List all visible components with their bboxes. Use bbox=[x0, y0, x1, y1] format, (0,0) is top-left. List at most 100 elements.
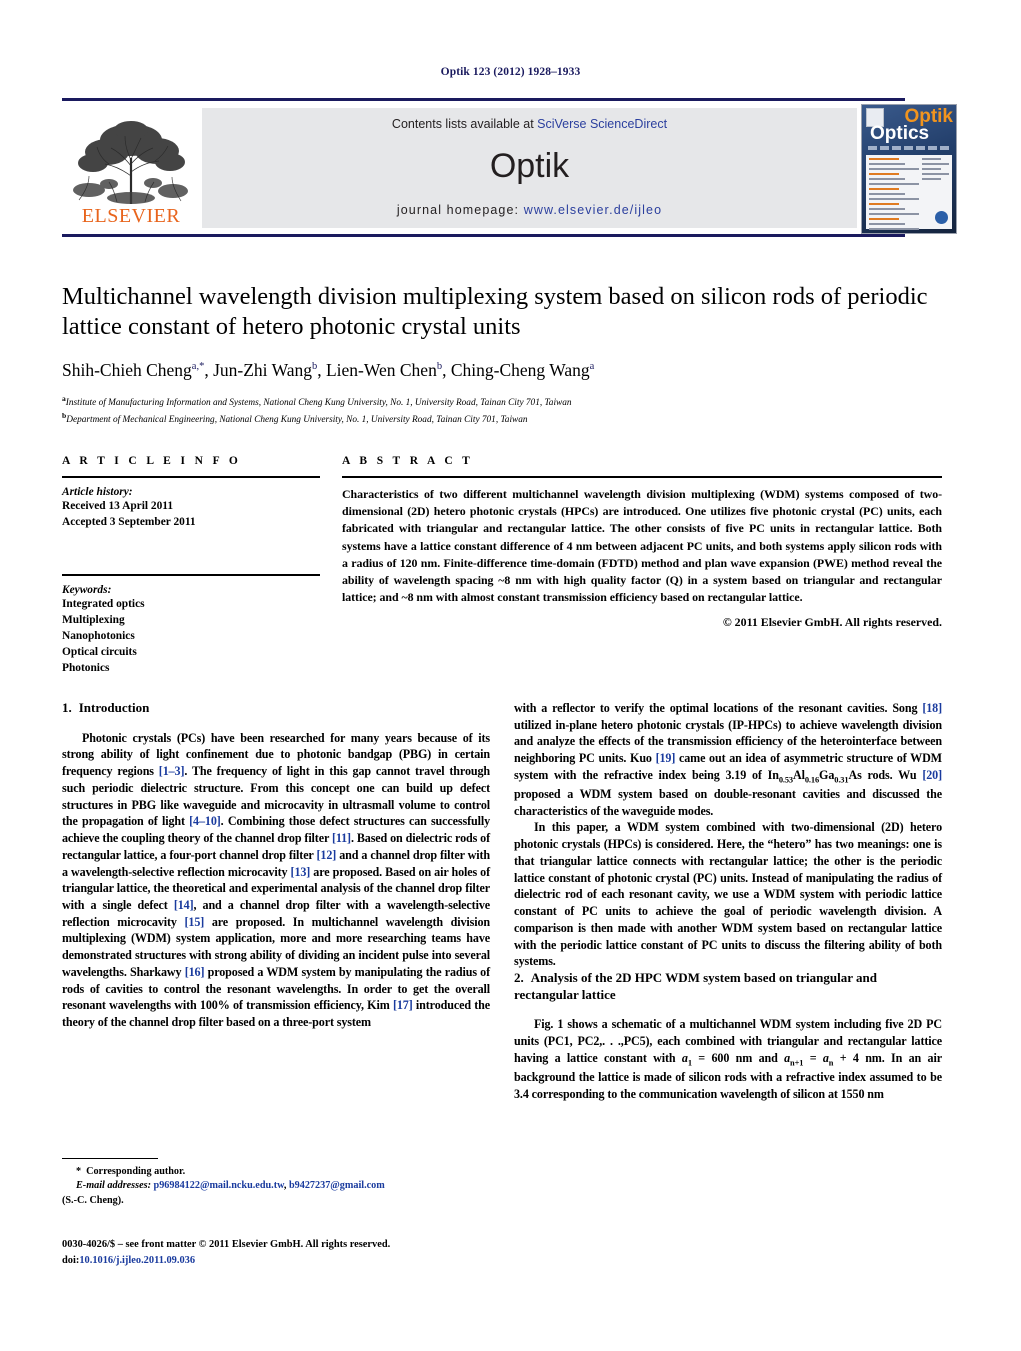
citation-reference[interactable]: [11] bbox=[332, 831, 351, 845]
corresponding-author-note: * Corresponding author. bbox=[62, 1165, 490, 1179]
citation-reference[interactable]: [12] bbox=[317, 848, 337, 862]
cover-contents-area bbox=[866, 154, 952, 230]
citation-reference[interactable]: [19] bbox=[656, 751, 676, 765]
info-abstract-row: A R T I C L E I N F O Article history: R… bbox=[62, 455, 942, 677]
email-label: E-mail addresses: bbox=[76, 1180, 151, 1192]
elsevier-tree-icon bbox=[62, 114, 200, 206]
footnote-star: * bbox=[76, 1166, 82, 1177]
front-matter-line: 0030-4026/$ – see front matter © 2011 El… bbox=[62, 1239, 391, 1250]
analysis-paragraph-1: Fig. 1 shows a schematic of a multichann… bbox=[514, 1017, 942, 1101]
article-accepted: Accepted 3 September 2011 bbox=[62, 515, 196, 528]
doi-label: doi: bbox=[62, 1254, 80, 1266]
citation-reference[interactable]: [16] bbox=[185, 965, 205, 979]
abstract-text: Characteristics of two different multich… bbox=[342, 486, 942, 605]
citation-reference[interactable]: [17] bbox=[393, 998, 413, 1012]
keyword-item: Photonics bbox=[62, 662, 110, 675]
cover-subtitle-lines bbox=[868, 145, 950, 150]
email-note: E-mail addresses: p96984122@mail.ncku.ed… bbox=[76, 1180, 385, 1192]
body-column-right: with a reflector to verify the optimal l… bbox=[514, 700, 942, 1102]
affiliations: aInstitute of Manufacturing Information … bbox=[62, 393, 942, 428]
keywords-rule bbox=[62, 573, 320, 576]
citation-reference[interactable]: [14] bbox=[174, 898, 194, 912]
author: Jun-Zhi Wangb bbox=[213, 360, 317, 380]
author-name: Ching-Cheng Wang bbox=[450, 359, 590, 380]
corresponding-author-text: Corresponding author. bbox=[86, 1166, 186, 1177]
keywords-block: Keywords: Integrated optics Multiplexing… bbox=[62, 573, 320, 677]
section-heading-analysis: 2. Analysis of the 2D HPC WDM system base… bbox=[514, 970, 942, 1003]
article-info-rule bbox=[62, 476, 320, 478]
citation-reference[interactable]: [1–3] bbox=[159, 764, 185, 778]
author-affil-marker: a bbox=[589, 360, 595, 372]
cover-contents-left-column bbox=[869, 157, 919, 230]
cover-title-optics: Optics bbox=[870, 122, 930, 144]
page-title: Multichannel wavelength division multipl… bbox=[62, 283, 928, 341]
keyword-item: Multiplexing bbox=[62, 613, 125, 626]
email-owner: (S.-C. Cheng). bbox=[62, 1194, 124, 1206]
body-column-left: 1. Introduction Photonic crystals (PCs) h… bbox=[62, 700, 490, 1102]
running-head: Optik 123 (2012) 1928–1933 bbox=[440, 66, 581, 78]
author-name: Shih-Chieh Cheng bbox=[62, 359, 192, 380]
author-affil-marker: a,* bbox=[191, 360, 205, 372]
author-name: Jun-Zhi Wang bbox=[213, 359, 312, 380]
author-affil-marker: b bbox=[311, 360, 318, 372]
citation-reference[interactable]: [20] bbox=[922, 768, 942, 782]
subscript: 0.31 bbox=[834, 775, 849, 785]
footnote-rule bbox=[62, 1158, 158, 1159]
journal-title: Optik bbox=[489, 147, 570, 185]
abstract-heading: A B S T R A C T bbox=[342, 455, 474, 467]
masthead-center-panel: Contents lists available at SciVerse Sci… bbox=[202, 107, 857, 228]
citation-reference[interactable]: [18] bbox=[922, 701, 942, 715]
paper-page: Optik 123 (2012) 1928–1933 ELSEVIER Cont… bbox=[0, 0, 1021, 1351]
abstract-column: A B S T R A C T Characteristics of two d… bbox=[342, 455, 942, 677]
article-info-column: A R T I C L E I N F O Article history: R… bbox=[62, 455, 320, 677]
keyword-item: Optical circuits bbox=[62, 646, 137, 659]
affiliation-text: Institute of Manufacturing Information a… bbox=[65, 397, 572, 408]
section-title: Analysis of the 2D HPC WDM system based … bbox=[514, 970, 877, 1002]
keyword-item: Integrated optics bbox=[62, 597, 145, 610]
abstract-rule bbox=[342, 476, 942, 478]
contents-prefix: Contents lists available at bbox=[391, 116, 538, 131]
section-number: 2. bbox=[514, 970, 524, 986]
section-heading-introduction: 1. Introduction bbox=[62, 700, 490, 717]
citation-reference[interactable]: [4–10] bbox=[189, 814, 221, 828]
intro-paragraph-2: In this paper, a WDM system combined wit… bbox=[514, 820, 942, 969]
journal-homepage-line: journal homepage: www.elsevier.de/ijleo bbox=[397, 203, 662, 217]
affiliation-b: bDepartment of Mechanical Engineering, N… bbox=[62, 410, 942, 428]
footnote-block: * Corresponding author. E-mail addresses:… bbox=[62, 1158, 490, 1208]
doi-line: doi:10.1016/j.ijleo.2011.09.036 bbox=[62, 1253, 502, 1269]
abstract-copyright: © 2011 Elsevier GmbH. All rights reserve… bbox=[722, 614, 942, 629]
body-columns: 1. Introduction Photonic crystals (PCs) h… bbox=[62, 700, 942, 1102]
citation-reference[interactable]: [13] bbox=[291, 865, 311, 879]
imprint-block: 0030-4026/$ – see front matter © 2011 El… bbox=[62, 1237, 502, 1268]
keywords-label: Keywords: bbox=[62, 583, 112, 596]
subscript: n+1 bbox=[790, 1058, 804, 1068]
author: Ching-Cheng Wanga bbox=[451, 360, 594, 380]
article-received: Received 13 April 2011 bbox=[62, 499, 174, 512]
article-info-heading: A R T I C L E I N F O bbox=[62, 455, 242, 467]
affiliation-a: aInstitute of Manufacturing Information … bbox=[62, 393, 942, 411]
doi-value[interactable]: 10.1016/j.ijleo.2011.09.036 bbox=[79, 1255, 195, 1266]
journal-masthead: ELSEVIER Contents lists available at Sci… bbox=[62, 98, 957, 237]
section-title: Introduction bbox=[78, 700, 150, 715]
author-list: Shih-Chieh Chenga,*, Jun-Zhi Wangb, Lien… bbox=[62, 359, 595, 380]
author: Lien-Wen Chenb bbox=[326, 360, 442, 380]
homepage-url[interactable]: www.elsevier.de/ijleo bbox=[524, 203, 662, 217]
elsevier-wordmark: ELSEVIER bbox=[81, 204, 181, 227]
email-address-2[interactable]: b9427237@gmail.com bbox=[289, 1180, 385, 1191]
email-address-1[interactable]: p96984122@mail.ncku.edu.tw bbox=[154, 1180, 284, 1191]
citation-reference[interactable]: [15] bbox=[185, 915, 205, 929]
elsevier-logo: ELSEVIER bbox=[62, 108, 200, 228]
figure-reference[interactable]: Fig. 1 bbox=[534, 1017, 563, 1031]
masthead-top-rule bbox=[62, 98, 905, 101]
affiliation-text: Department of Mechanical Engineering, Na… bbox=[66, 415, 528, 426]
journal-cover-thumbnail: Optik Optics bbox=[861, 103, 957, 234]
subscript: 0.53 bbox=[778, 775, 793, 785]
cover-badge-icon bbox=[935, 210, 948, 224]
subscript: 0.16 bbox=[804, 775, 820, 785]
keyword-item: Nanophotonics bbox=[62, 629, 135, 642]
intro-paragraph-1-left: Photonic crystals (PCs) have been resear… bbox=[62, 730, 491, 1030]
sciencedirect-link[interactable]: SciVerse ScienceDirect bbox=[537, 117, 667, 131]
section-number: 1. bbox=[62, 700, 72, 715]
contents-list-line: Contents lists available at SciVerse Sci… bbox=[392, 117, 667, 131]
intro-paragraph-1-right: with a reflector to verify the optimal l… bbox=[514, 701, 942, 818]
